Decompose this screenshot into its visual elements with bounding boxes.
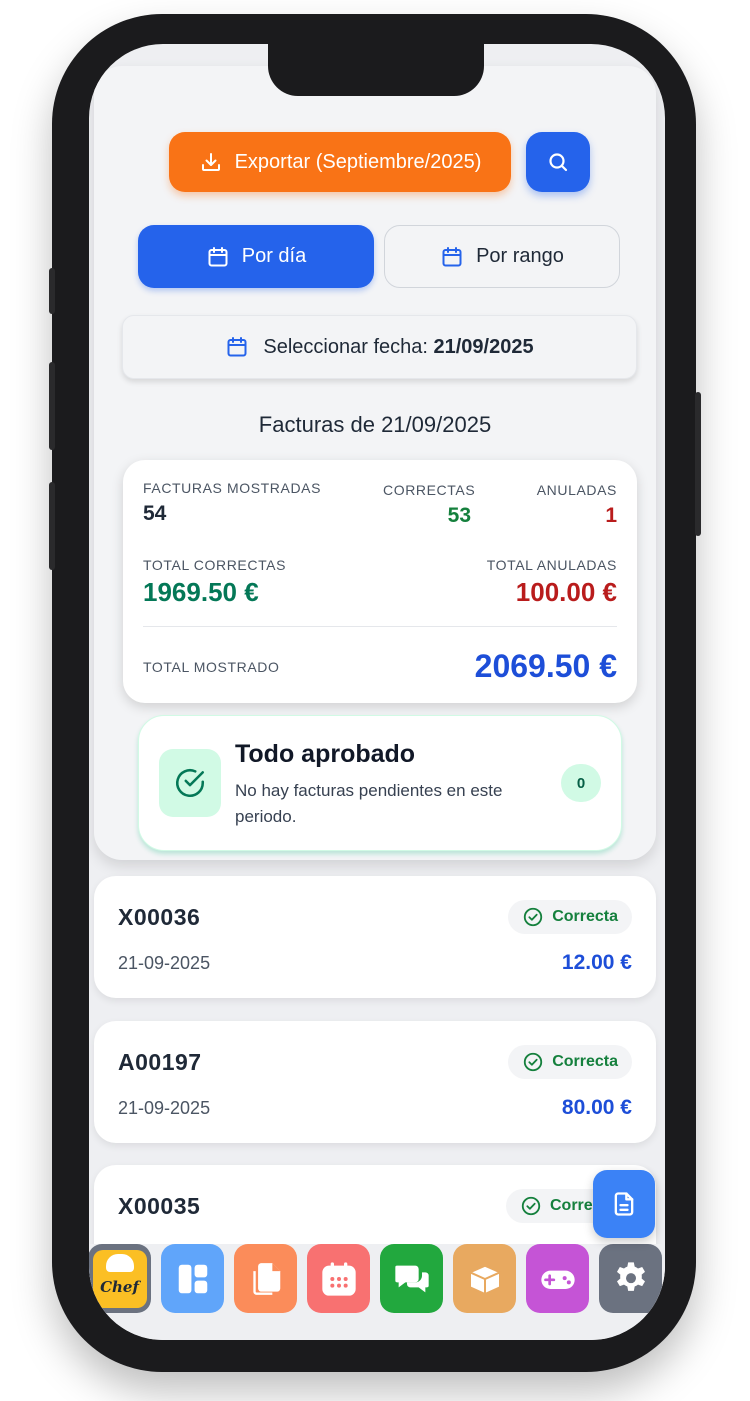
app-screen: Exportar (Septiembre/2025) Por día Por r…: [89, 44, 665, 1340]
chef-logo-icon: Chef: [92, 1249, 147, 1308]
calendar-icon: [208, 246, 228, 266]
status-label: Correcta: [552, 1053, 618, 1070]
invoice-date: 21-09-2025: [118, 953, 211, 973]
approval-subtitle: No hay facturas pendientes en este perio…: [235, 781, 503, 826]
shown-count-label: FACTURAS MOSTRADAS: [143, 480, 322, 496]
status-badge: Correcta: [508, 1045, 632, 1079]
invoice-id: X00036: [118, 904, 201, 930]
tab-by-day[interactable]: Por día: [138, 225, 374, 288]
export-button[interactable]: Exportar (Septiembre/2025): [169, 132, 511, 192]
dock-app-documents[interactable]: [234, 1244, 297, 1313]
total-shown-value: 2069.50 €: [474, 648, 617, 684]
tab-by-range[interactable]: Por rango: [384, 225, 620, 288]
date-picker-text: Seleccionar fecha: 21/09/2025: [263, 336, 533, 359]
dock-app-chat[interactable]: [380, 1244, 443, 1313]
voided-count-value: 1: [605, 504, 617, 527]
date-picker-value: 21/09/2025: [433, 335, 534, 358]
calendar-icon: [321, 1261, 356, 1296]
date-picker-button[interactable]: Seleccionar fecha: 21/09/2025: [122, 315, 637, 379]
dock-app-calendar[interactable]: [307, 1244, 370, 1313]
total-voided-label: TOTAL ANULADAS: [486, 557, 617, 573]
search-icon: [549, 153, 568, 172]
invoice-card[interactable]: A00197 Correcta 21-09-2025 80.00 €: [94, 1021, 656, 1143]
total-correct-label: TOTAL CORRECTAS: [143, 557, 287, 573]
box-icon: [468, 1264, 501, 1295]
dock-app-games[interactable]: [526, 1244, 589, 1313]
status-label: Correcta: [552, 908, 618, 925]
layout-icon: [178, 1264, 207, 1293]
approval-title: Todo aprobado: [235, 740, 416, 768]
phone-volume-up: [49, 362, 55, 450]
settings-icon: [616, 1261, 645, 1291]
phone-power-button: [695, 392, 701, 536]
tab-by-range-label: Por rango: [476, 245, 564, 267]
invoices-section-title: Facturas de 21/09/2025: [258, 412, 492, 437]
chef-logo-text: Chef: [100, 1277, 139, 1296]
invoice-id: X00035: [118, 1193, 201, 1219]
total-correct-value: 1969.50 €: [143, 577, 259, 607]
phone-notch: [268, 44, 484, 96]
calendar-icon: [227, 337, 247, 357]
invoice-amount: 80.00 €: [561, 1096, 632, 1119]
document-icon: [614, 1192, 634, 1216]
total-voided-value: 100.00 €: [515, 577, 617, 607]
export-button-label: Exportar (Septiembre/2025): [234, 150, 482, 173]
check-circle-icon: [175, 768, 205, 798]
chat-icon: [394, 1265, 429, 1292]
correct-count-value: 53: [447, 504, 471, 527]
dock-app-settings[interactable]: [599, 1244, 662, 1313]
new-invoice-fab[interactable]: [593, 1170, 655, 1238]
invoice-date: 21-09-2025: [118, 1098, 211, 1118]
tab-by-day-label: Por día: [241, 245, 307, 267]
calendar-icon: [442, 246, 462, 266]
copy-icon: [252, 1262, 280, 1295]
check-circle-icon: [521, 1196, 541, 1216]
check-circle-icon: [524, 907, 543, 927]
date-picker-prefix: Seleccionar fecha:: [263, 335, 428, 358]
phone-volume-down: [49, 482, 55, 570]
app-dock: Chef: [89, 1244, 665, 1340]
check-circle-icon: [524, 1052, 543, 1072]
phone-mute-switch: [49, 268, 55, 314]
total-shown-label: TOTAL MOSTRADO: [143, 659, 280, 675]
download-icon: [201, 153, 220, 171]
summary-card: FACTURAS MOSTRADAS 54 CORRECTAS 53 ANULA…: [123, 460, 637, 703]
voided-count-label: ANULADAS: [536, 482, 617, 498]
invoice-amount: 12.00 €: [561, 951, 632, 974]
search-button[interactable]: [526, 132, 590, 192]
pending-count-badge: 0: [561, 764, 601, 802]
status-badge: Correcta: [508, 900, 632, 934]
approval-status-card: Todo aprobado No hay facturas pendientes…: [138, 715, 622, 851]
summary-divider: [143, 626, 617, 627]
filters-panel: Exportar (Septiembre/2025) Por día Por r…: [94, 66, 656, 860]
status-label: Corre: [550, 1197, 593, 1214]
invoice-card[interactable]: X00036 Correcta 21-09-2025 12.00 €: [94, 876, 656, 998]
dock-app-inventory[interactable]: [453, 1244, 516, 1313]
dock-app-chef[interactable]: Chef: [89, 1244, 151, 1313]
gamepad-icon: [540, 1270, 575, 1289]
shown-count-value: 54: [143, 502, 167, 525]
correct-count-label: CORRECTAS: [383, 482, 476, 498]
invoice-id: A00197: [118, 1049, 202, 1075]
dock-app-dashboard[interactable]: [161, 1244, 224, 1313]
approval-icon-box: [159, 749, 221, 817]
